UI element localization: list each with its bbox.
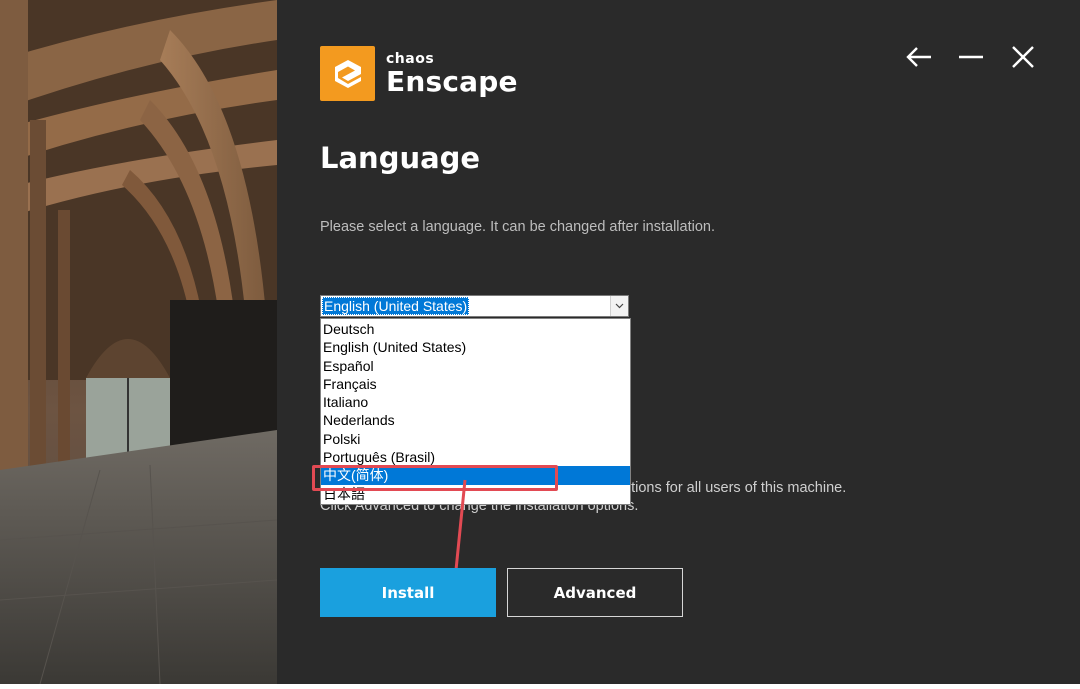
enscape-logo: chaos Enscape [320, 46, 518, 101]
language-option-nederlands[interactable]: Nederlands [321, 411, 630, 429]
language-option-japanese[interactable]: 日本語 [321, 485, 630, 503]
hero-image [0, 0, 277, 684]
language-option-espanol[interactable]: Español [321, 357, 630, 375]
info-text-line1: ptions for all users of this machine. [623, 480, 847, 496]
language-select-value: English (United States) [322, 297, 470, 315]
language-option-italiano[interactable]: Italiano [321, 393, 630, 411]
language-select[interactable]: English (United States) [320, 295, 629, 317]
chevron-down-icon [615, 303, 624, 309]
back-button[interactable] [902, 40, 936, 74]
language-option-portugues-brasil[interactable]: Português (Brasil) [321, 448, 630, 466]
language-option-deutsch[interactable]: Deutsch [321, 320, 630, 338]
installer-window: chaos Enscape Language Please select a l… [0, 0, 1080, 684]
language-dropdown-list: Deutsch English (United States) Español … [320, 318, 631, 505]
language-option-francais[interactable]: Français [321, 375, 630, 393]
window-controls [902, 40, 1040, 74]
dropdown-toggle[interactable] [610, 296, 628, 316]
minimize-button[interactable] [954, 40, 988, 74]
close-icon [1012, 46, 1034, 68]
minimize-icon [959, 55, 983, 59]
brand-company: chaos [386, 50, 435, 67]
close-button[interactable] [1006, 40, 1040, 74]
advanced-button[interactable]: Advanced [507, 568, 683, 617]
language-option-polski[interactable]: Polski [321, 430, 630, 448]
page-subtitle: Please select a language. It can be chan… [320, 219, 715, 235]
architecture-photo [0, 0, 277, 684]
install-button[interactable]: Install [320, 568, 496, 617]
language-option-english-us[interactable]: English (United States) [321, 338, 630, 356]
page-title: Language [320, 141, 481, 175]
language-option-chinese-simplified[interactable]: 中文(简体) [321, 466, 630, 485]
content-panel: chaos Enscape Language Please select a l… [277, 0, 1080, 684]
enscape-logo-icon [320, 46, 375, 101]
arrow-left-icon [906, 47, 931, 67]
brand-product: Enscape [386, 64, 518, 98]
